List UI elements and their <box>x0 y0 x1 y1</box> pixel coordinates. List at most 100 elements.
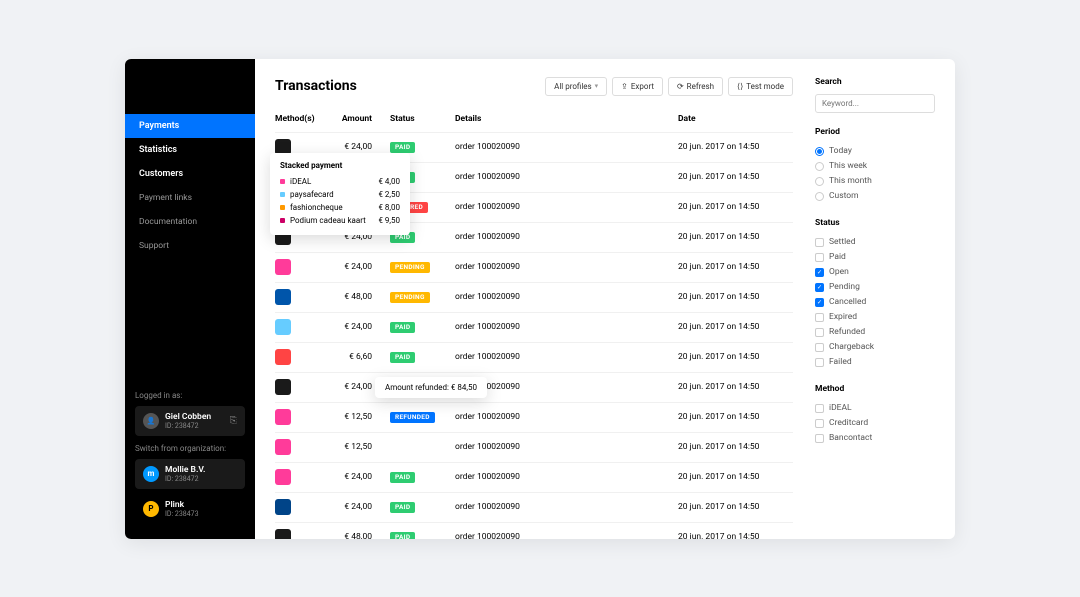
table-row[interactable]: € 24,00PAIDorder 10002009020 jun. 2017 o… <box>275 312 793 342</box>
amount-cell: € 24,00 <box>330 502 390 512</box>
status-option[interactable]: Expired <box>815 310 935 325</box>
status-option[interactable]: ✓Cancelled <box>815 295 935 310</box>
date-cell: 20 jun. 2017 on 14:50 <box>678 262 793 272</box>
method-option[interactable]: iDEAL <box>815 401 935 416</box>
refresh-button[interactable]: ⟳Refresh <box>668 77 723 96</box>
payment-method-icon <box>275 289 291 305</box>
details-cell: order 100020090 <box>455 142 678 152</box>
payment-method-icon <box>275 499 291 515</box>
profiles-dropdown[interactable]: All profiles▾ <box>545 77 607 96</box>
code-icon: ⟨⟩ <box>737 82 743 91</box>
period-option[interactable]: This week <box>815 159 935 174</box>
status-option[interactable]: Settled <box>815 235 935 250</box>
nav-item-statistics[interactable]: Statistics <box>125 138 255 162</box>
stacked-item: iDEAL€ 4,00 <box>280 175 400 188</box>
date-cell: 20 jun. 2017 on 14:50 <box>678 442 793 452</box>
radio-icon <box>815 162 824 171</box>
payment-method-icon <box>275 439 291 455</box>
search-input[interactable] <box>815 94 935 113</box>
nav-item-documentation[interactable]: Documentation <box>125 210 255 234</box>
payment-method-icon <box>275 379 291 395</box>
method-option[interactable]: Creditcard <box>815 416 935 431</box>
status-option[interactable]: ✓Open <box>815 265 935 280</box>
table-row[interactable]: € 24,00PENDINGorder 10002009020 jun. 201… <box>275 252 793 282</box>
org-item-plink[interactable]: P Plink ID: 238473 <box>135 494 245 524</box>
date-cell: 20 jun. 2017 on 14:50 <box>678 292 793 302</box>
filter-status: Status SettledPaid✓Open✓Pending✓Cancelle… <box>815 218 935 370</box>
checkbox-icon <box>815 419 824 428</box>
table-row[interactable]: € 12,50REFUNDEDorder 10002009020 jun. 20… <box>275 402 793 432</box>
date-cell: 20 jun. 2017 on 14:50 <box>678 502 793 512</box>
status-badge: PAID <box>390 532 415 539</box>
details-cell: order 100020090 <box>455 262 678 272</box>
nav-item-payment-links[interactable]: Payment links <box>125 186 255 210</box>
date-cell: 20 jun. 2017 on 14:50 <box>678 232 793 242</box>
logout-icon[interactable]: ⎘ <box>230 416 237 426</box>
table-row[interactable]: € 24,00PAIDorder 10002009020 jun. 2017 o… <box>275 462 793 492</box>
user-box[interactable]: 👤 Giel Cobben ID: 238472 ⎘ <box>135 406 245 436</box>
checkbox-icon <box>815 328 824 337</box>
app-window: PaymentsStatisticsCustomersPayment links… <box>125 59 955 539</box>
main: Transactions All profiles▾ ⇪Export ⟳Refr… <box>255 59 955 539</box>
details-cell: order 100020090 <box>455 502 678 512</box>
checkbox-icon <box>815 358 824 367</box>
status-option[interactable]: Paid <box>815 250 935 265</box>
content: Transactions All profiles▾ ⇪Export ⟳Refr… <box>275 77 793 521</box>
payment-method-icon <box>275 409 291 425</box>
stacked-item: paysafecard€ 2,50 <box>280 188 400 201</box>
date-cell: 20 jun. 2017 on 14:50 <box>678 352 793 362</box>
date-cell: 20 jun. 2017 on 14:50 <box>678 202 793 212</box>
sidebar-footer: Logged in as: 👤 Giel Cobben ID: 238472 ⎘… <box>125 381 255 539</box>
org-avatar: P <box>143 501 159 517</box>
details-cell: order 100020090 <box>455 202 678 212</box>
table-row[interactable]: € 24,00PAIDorder 10002009020 jun. 2017 o… <box>275 492 793 522</box>
checkbox-icon <box>815 313 824 322</box>
status-option[interactable]: Failed <box>815 355 935 370</box>
status-option[interactable]: ✓Pending <box>815 280 935 295</box>
avatar: 👤 <box>143 413 159 429</box>
details-cell: order 100020090 <box>455 292 678 302</box>
table-row[interactable]: € 24,00PAIDorder 10002009020 jun. 2017 o… <box>275 372 793 402</box>
nav-item-customers[interactable]: Customers <box>125 162 255 186</box>
table-row[interactable]: € 48,00PENDINGorder 10002009020 jun. 201… <box>275 282 793 312</box>
payment-method-icon <box>275 469 291 485</box>
status-badge: PAID <box>390 352 415 363</box>
details-cell: order 100020090 <box>455 352 678 362</box>
table-row[interactable]: € 48,00PAIDorder 10002009020 jun. 2017 o… <box>275 522 793 539</box>
method-option[interactable]: Bancontact <box>815 431 935 446</box>
status-option[interactable]: Chargeback <box>815 340 935 355</box>
filters-panel: Search Period TodayThis weekThis monthCu… <box>815 77 935 521</box>
header: Transactions All profiles▾ ⇪Export ⟳Refr… <box>275 77 793 96</box>
nav-item-support[interactable]: Support <box>125 234 255 258</box>
date-cell: 20 jun. 2017 on 14:50 <box>678 532 793 539</box>
table-header: Method(s) Amount Status Details Date <box>275 114 793 132</box>
page-title: Transactions <box>275 78 357 94</box>
status-option[interactable]: Refunded <box>815 325 935 340</box>
radio-icon <box>815 192 824 201</box>
payment-method-icon <box>275 319 291 335</box>
user-name: Giel Cobben <box>165 412 224 422</box>
payment-method-icon <box>275 349 291 365</box>
testmode-button[interactable]: ⟨⟩Test mode <box>728 77 793 96</box>
table-row[interactable]: € 12,50order 10002009020 jun. 2017 on 14… <box>275 432 793 462</box>
details-cell: order 100020090 <box>455 412 678 422</box>
checkbox-icon: ✓ <box>815 283 824 292</box>
details-cell: order 100020090 <box>455 232 678 242</box>
header-actions: All profiles▾ ⇪Export ⟳Refresh ⟨⟩Test mo… <box>545 77 793 96</box>
nav-item-payments[interactable]: Payments <box>125 114 255 138</box>
period-option[interactable]: Today <box>815 144 935 159</box>
status-badge: PAID <box>390 472 415 483</box>
amount-cell: € 12,50 <box>330 412 390 422</box>
period-option[interactable]: This month <box>815 174 935 189</box>
period-option[interactable]: Custom <box>815 189 935 204</box>
details-cell: order 100020090 <box>455 172 678 182</box>
nav: PaymentsStatisticsCustomersPayment links… <box>125 59 255 381</box>
details-cell: order 100020090 <box>455 442 678 452</box>
amount-cell: € 24,00 <box>330 142 390 152</box>
table-row[interactable]: € 6,60PAIDorder 10002009020 jun. 2017 on… <box>275 342 793 372</box>
stacked-item: Podium cadeau kaart€ 9,50 <box>280 214 400 227</box>
export-button[interactable]: ⇪Export <box>612 77 663 96</box>
org-item-mollie[interactable]: m Mollie B.V. ID: 238472 <box>135 459 245 489</box>
checkbox-icon <box>815 343 824 352</box>
date-cell: 20 jun. 2017 on 14:50 <box>678 472 793 482</box>
